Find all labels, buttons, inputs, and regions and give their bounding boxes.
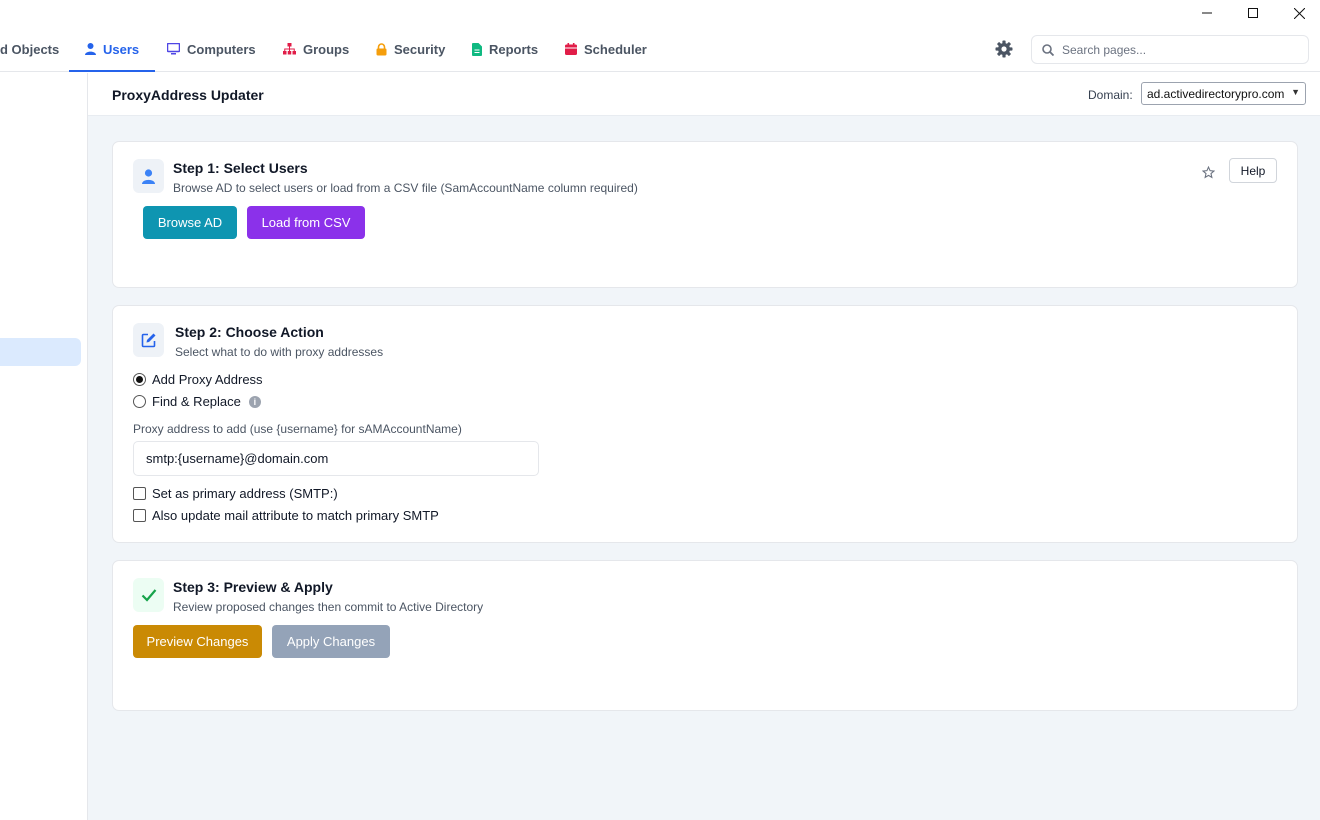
tab-users[interactable]: Users xyxy=(69,26,156,72)
info-icon[interactable]: i xyxy=(248,395,261,408)
lock-icon xyxy=(376,42,387,55)
step1-subtitle: Browse AD to select users or load from a… xyxy=(173,181,638,195)
check-icon xyxy=(133,578,164,612)
sitemap-icon xyxy=(283,43,296,55)
step1-title: Step 1: Select Users xyxy=(173,160,308,176)
chevron-down-icon: ▼ xyxy=(1291,87,1300,97)
user-icon xyxy=(85,43,96,55)
tab-label: Groups xyxy=(303,41,350,57)
tab-computers[interactable]: Computers xyxy=(167,26,256,72)
search-icon xyxy=(1042,43,1054,56)
sidebar-item-active[interactable] xyxy=(0,338,81,366)
domain-select[interactable]: ad.activedirectorypro.com ▼ xyxy=(1141,82,1306,105)
sidebar xyxy=(0,73,88,820)
checkbox-label: Also update mail attribute to match prim… xyxy=(152,508,439,523)
radio-button[interactable] xyxy=(133,395,146,408)
tab-label: Computers xyxy=(187,41,256,57)
checkbox-label: Set as primary address (SMTP:) xyxy=(152,486,338,501)
help-button[interactable]: Help xyxy=(1229,158,1277,183)
close-icon[interactable] xyxy=(1276,0,1320,26)
checkbox[interactable] xyxy=(133,487,146,500)
calendar-icon xyxy=(565,43,577,55)
monitor-icon xyxy=(167,43,180,55)
gear-icon[interactable] xyxy=(994,39,1014,59)
radio-add-proxy[interactable]: Add Proxy Address xyxy=(133,372,263,387)
main-content: ProxyAddress Updater Domain: ad.activedi… xyxy=(88,73,1320,820)
radio-find-replace[interactable]: Find & Replace i xyxy=(133,394,261,409)
edit-icon xyxy=(133,323,164,357)
step2-card: Step 2: Choose Action Select what to do … xyxy=(112,305,1298,543)
checkbox[interactable] xyxy=(133,509,146,522)
tab-label: Users xyxy=(103,41,140,57)
domain-label: Domain: xyxy=(1088,88,1133,102)
top-nav: d Objects Users Computers Groups Securit… xyxy=(0,26,1320,72)
radio-label: Add Proxy Address xyxy=(152,372,263,387)
checkbox-update-mail[interactable]: Also update mail attribute to match prim… xyxy=(133,508,439,523)
step3-card: Step 3: Preview & Apply Review proposed … xyxy=(112,560,1298,711)
tab-label: d Objects xyxy=(0,41,60,57)
proxy-field-label: Proxy address to add (use {username} for… xyxy=(133,422,462,436)
title-bar xyxy=(0,0,1320,26)
step2-subtitle: Select what to do with proxy addresses xyxy=(175,345,384,359)
tab-scheduler[interactable]: Scheduler xyxy=(565,26,647,72)
browse-ad-button[interactable]: Browse AD xyxy=(143,206,237,239)
page-header: ProxyAddress Updater Domain: ad.activedi… xyxy=(88,73,1320,116)
tab-reports[interactable]: Reports xyxy=(472,26,538,72)
user-icon xyxy=(133,159,164,193)
tab-label: Scheduler xyxy=(584,41,647,57)
step3-title: Step 3: Preview & Apply xyxy=(173,579,333,595)
search-input[interactable] xyxy=(1062,42,1282,57)
checkbox-set-primary[interactable]: Set as primary address (SMTP:) xyxy=(133,486,338,501)
load-csv-button[interactable]: Load from CSV xyxy=(247,206,365,239)
tab-label: Security xyxy=(394,41,446,57)
step2-title: Step 2: Choose Action xyxy=(175,324,324,340)
domain-value: ad.activedirectorypro.com xyxy=(1147,86,1285,101)
star-icon[interactable] xyxy=(1201,165,1216,184)
radio-label: Find & Replace xyxy=(152,394,241,409)
page-title: ProxyAddress Updater xyxy=(112,87,264,103)
proxy-address-input[interactable] xyxy=(133,441,539,476)
minimize-icon[interactable] xyxy=(1184,0,1230,26)
maximize-icon[interactable] xyxy=(1230,0,1276,26)
search-box[interactable] xyxy=(1031,35,1309,64)
tab-groups[interactable]: Groups xyxy=(283,26,349,72)
preview-changes-button[interactable]: Preview Changes xyxy=(133,625,262,658)
file-icon xyxy=(472,42,482,56)
step3-subtitle: Review proposed changes then commit to A… xyxy=(173,600,484,614)
tab-label: Reports xyxy=(489,41,539,57)
tab-objects[interactable]: d Objects xyxy=(0,26,59,72)
step1-card: Step 1: Select Users Browse AD to select… xyxy=(112,141,1298,288)
apply-changes-button[interactable]: Apply Changes xyxy=(272,625,390,658)
tab-security[interactable]: Security xyxy=(376,26,445,72)
radio-button[interactable] xyxy=(133,373,146,386)
